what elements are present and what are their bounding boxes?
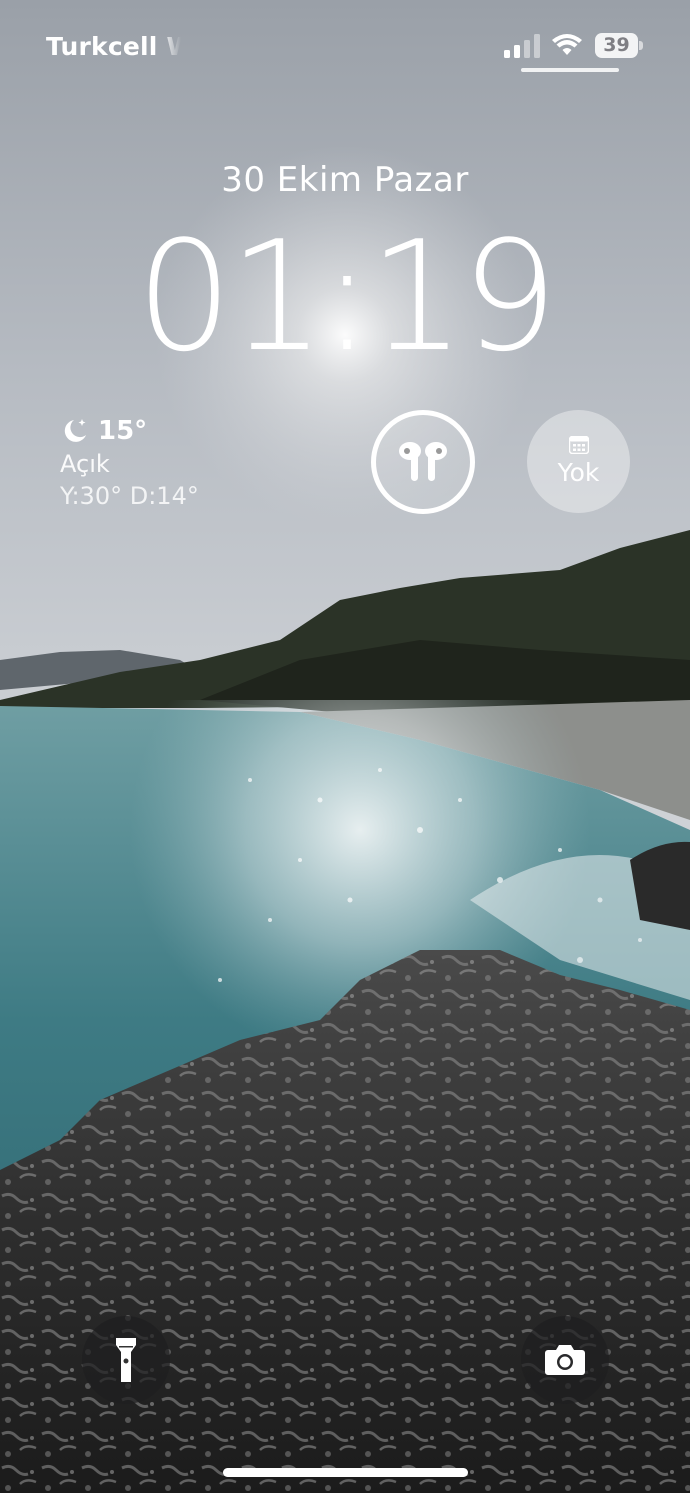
weather-condition: Açık <box>60 450 110 478</box>
airpods-battery-widget[interactable] <box>371 410 475 514</box>
calendar-widget-label: Yok <box>557 458 600 487</box>
battery-level: 39 <box>603 34 630 56</box>
status-bar: Turkcell Wi-Fi 39 <box>0 0 690 80</box>
lock-screen-clock: 01:19 <box>135 208 558 385</box>
weather-temperature: 15° <box>98 416 148 446</box>
flashlight-icon <box>116 1338 136 1382</box>
weather-high-low: Y:30° D:14° <box>60 482 199 510</box>
home-indicator[interactable] <box>223 1468 468 1477</box>
status-indicator-bar <box>521 68 619 72</box>
camera-button[interactable] <box>521 1316 609 1404</box>
airpods-icon <box>399 442 447 481</box>
lock-screen-date[interactable]: 30 Ekim Pazar <box>0 160 690 200</box>
moon-stars-icon <box>64 419 86 442</box>
carrier-name: Turkcell Wi-Fi <box>46 32 181 61</box>
camera-icon <box>545 1345 585 1375</box>
cellular-signal-icon <box>504 34 540 58</box>
calendar-widget[interactable]: Yok <box>527 410 630 513</box>
calendar-icon <box>568 436 589 454</box>
flashlight-button[interactable] <box>82 1316 170 1404</box>
wifi-icon <box>552 34 582 55</box>
weather-widget[interactable]: 15° Açık Y:30° D:14° <box>60 414 260 510</box>
battery-indicator: 39 <box>595 33 643 59</box>
